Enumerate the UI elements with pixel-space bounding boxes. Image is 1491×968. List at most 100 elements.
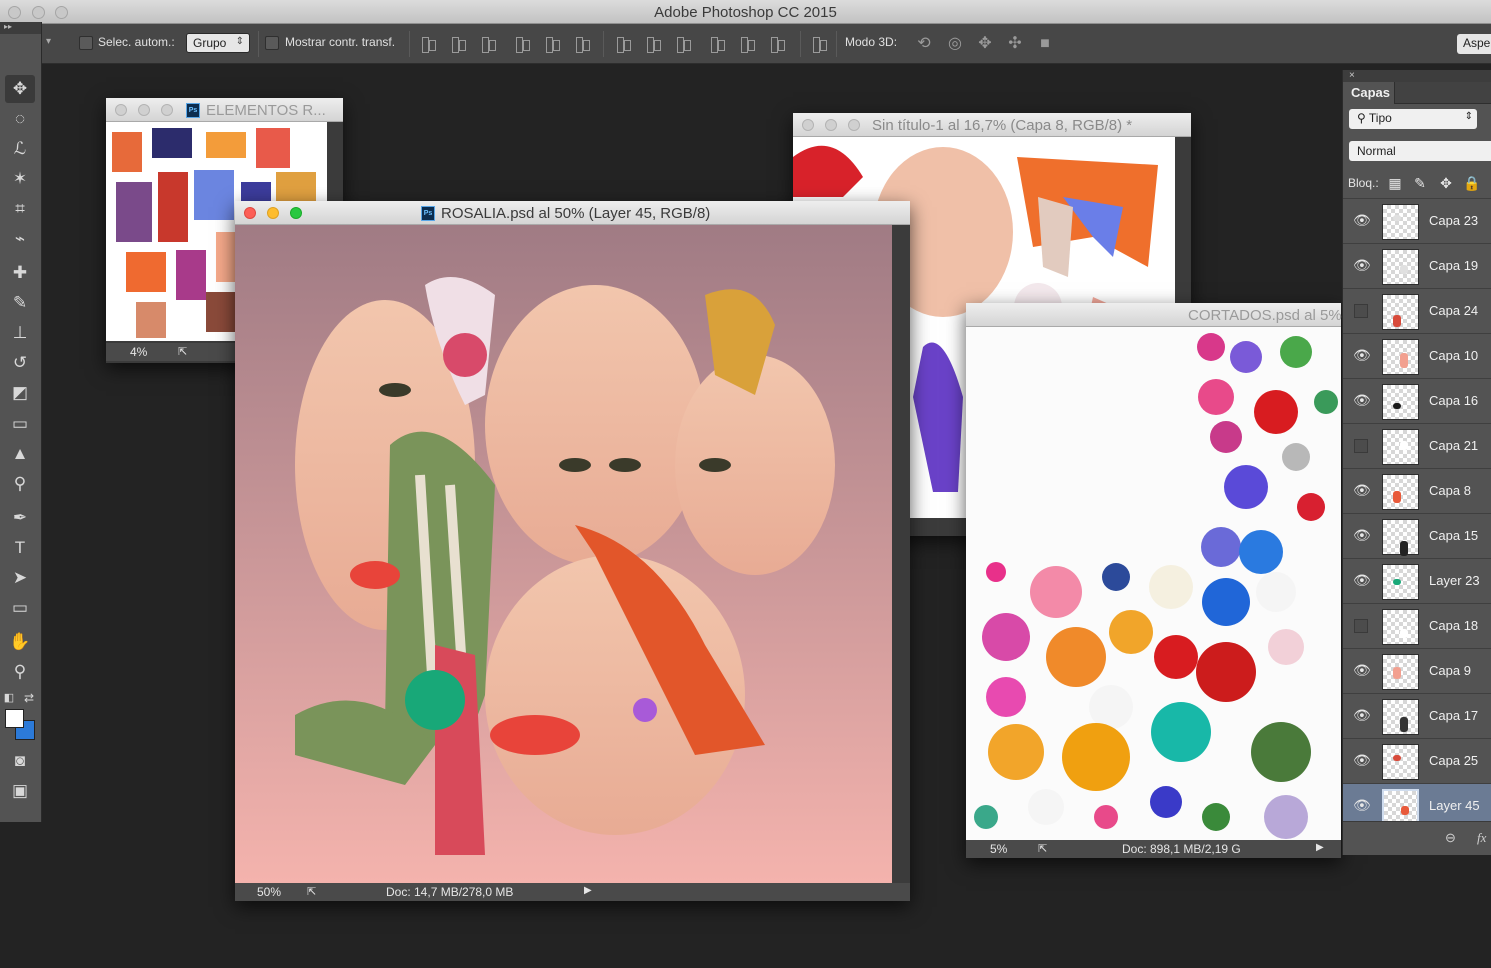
distribute-top-icon[interactable] [614, 35, 632, 53]
close-button[interactable] [244, 207, 256, 219]
eye-icon[interactable]: 👁 [1353, 212, 1371, 228]
eyedropper-tool-icon[interactable]: ⌁ [5, 225, 35, 253]
layer-row[interactable]: 👁 Capa 25 [1343, 738, 1491, 783]
foreground-color-swatch[interactable] [5, 709, 24, 728]
layer-thumbnail[interactable] [1382, 249, 1419, 285]
zoom-tool-icon[interactable]: ⚲ [5, 658, 35, 686]
marquee-tool-icon[interactable]: ◌ [5, 105, 35, 133]
lock-all-icon[interactable]: 🔒 [1463, 174, 1481, 192]
eye-icon[interactable]: 👁 [1353, 482, 1371, 498]
align-left-icon[interactable] [513, 35, 531, 53]
eye-icon[interactable]: 👁 [1353, 752, 1371, 768]
auto-select-checkbox[interactable] [79, 36, 93, 50]
layer-thumbnail[interactable] [1382, 294, 1419, 330]
minimize-button[interactable] [267, 207, 279, 219]
lasso-tool-icon[interactable]: ℒ [5, 135, 35, 163]
align-vertical-center-icon[interactable] [449, 35, 467, 53]
document-size[interactable]: Doc: 898,1 MB/2,19 G [1122, 842, 1241, 856]
layer-thumbnail[interactable] [1382, 654, 1419, 690]
document-window-recortados[interactable]: CORTADOS.psd al 5% 5% ⇱ Doc: 898,1 MB/2, [966, 303, 1342, 858]
layer-row[interactable]: Capa 24 [1343, 288, 1491, 333]
transform-controls-checkbox[interactable] [265, 36, 279, 50]
distribute-vertical-center-icon[interactable] [644, 35, 662, 53]
layer-row[interactable]: 👁 Capa 16 [1343, 378, 1491, 423]
type-tool-icon[interactable]: T [5, 534, 35, 562]
tools-panel-header[interactable]: ▸▸ [0, 22, 41, 34]
lock-transparency-icon[interactable]: ▦ [1386, 174, 1404, 192]
zoom-button[interactable] [161, 104, 173, 116]
zoom-button[interactable] [290, 207, 302, 219]
lock-position-icon[interactable]: ✥ [1437, 174, 1455, 192]
distribute-bottom-icon[interactable] [674, 35, 692, 53]
distribute-horizontal-center-icon[interactable] [738, 35, 756, 53]
eye-icon[interactable]: 👁 [1353, 347, 1371, 363]
vertical-scrollbar[interactable] [894, 225, 910, 883]
share-icon[interactable]: ⇱ [1038, 842, 1047, 855]
status-menu-arrow-icon[interactable]: ▶ [1316, 842, 1324, 853]
zoom-button[interactable] [848, 119, 860, 131]
align-top-icon[interactable] [419, 35, 437, 53]
layer-thumbnail[interactable] [1382, 339, 1419, 375]
fx-icon[interactable]: fx [1477, 830, 1486, 846]
auto-align-layers-icon[interactable] [810, 35, 828, 53]
workspace-button[interactable]: Aspe [1457, 34, 1491, 54]
layer-row[interactable]: 👁 Layer 23 [1343, 558, 1491, 603]
roll-3d-icon[interactable]: ◎ [945, 34, 965, 54]
window-titlebar[interactable]: Ps ROSALIA.psd al 50% (Layer 45, RGB/8) [235, 201, 910, 225]
eye-icon[interactable]: 👁 [1353, 572, 1371, 588]
layer-thumbnail[interactable] [1382, 564, 1419, 600]
eye-icon[interactable]: 👁 [1353, 707, 1371, 723]
tool-preset-dropdown[interactable]: ▾ [46, 36, 51, 47]
eye-icon[interactable]: 👁 [1353, 527, 1371, 543]
status-menu-arrow-icon[interactable]: ▶ [584, 885, 592, 896]
layer-row[interactable]: 👁 Capa 19 [1343, 243, 1491, 288]
orbit-3d-icon[interactable]: ⟲ [914, 34, 934, 54]
healing-brush-tool-icon[interactable]: ✚ [5, 259, 35, 287]
clone-stamp-tool-icon[interactable]: ⊥ [5, 319, 35, 347]
auto-select-dropdown[interactable]: Grupo ⇕ [186, 33, 250, 53]
layer-filter-dropdown[interactable]: ⚲ Tipo ⇕ [1349, 109, 1477, 129]
distribute-right-icon[interactable] [768, 35, 786, 53]
layer-thumbnail[interactable] [1382, 384, 1419, 420]
swap-colors-icon[interactable]: ⇄ [22, 684, 36, 712]
screen-mode-icon[interactable]: ▣ [5, 777, 35, 805]
share-icon[interactable]: ⇱ [307, 885, 316, 898]
document-canvas[interactable] [966, 327, 1341, 842]
dodge-tool-icon[interactable]: ⚲ [5, 470, 35, 498]
document-window-rosalia[interactable]: Ps ROSALIA.psd al 50% (Layer 45, RGB/8) [235, 201, 910, 901]
layer-thumbnail[interactable] [1382, 519, 1419, 556]
align-horizontal-center-icon[interactable] [543, 35, 561, 53]
minimize-button[interactable] [825, 119, 837, 131]
close-button[interactable] [802, 119, 814, 131]
layer-thumbnail[interactable] [1382, 744, 1419, 780]
link-layers-icon[interactable]: ⊖ [1445, 830, 1456, 846]
zoom-level[interactable]: 5% [990, 842, 1007, 856]
eye-icon[interactable]: 👁 [1353, 392, 1371, 408]
zoom-level[interactable]: 50% [257, 885, 281, 899]
quick-mask-icon[interactable]: ◙ [5, 747, 35, 775]
eye-icon[interactable]: 👁 [1353, 797, 1371, 813]
distribute-left-icon[interactable] [708, 35, 726, 53]
document-size[interactable]: Doc: 14,7 MB/278,0 MB [386, 885, 513, 899]
slide-3d-icon[interactable]: ✣ [1005, 34, 1025, 54]
lock-pixels-icon[interactable]: ✎ [1411, 174, 1429, 192]
blur-tool-icon[interactable]: ▲ [5, 440, 35, 468]
scale-3d-icon[interactable]: ■ [1035, 34, 1055, 54]
rectangle-tool-icon[interactable]: ▭ [5, 594, 35, 622]
visibility-toggle[interactable] [1354, 304, 1368, 318]
tab-layers[interactable]: Capas [1343, 82, 1395, 104]
minimize-button[interactable] [138, 104, 150, 116]
path-selection-tool-icon[interactable]: ➤ [5, 564, 35, 592]
eye-icon[interactable]: 👁 [1353, 662, 1371, 678]
eye-icon[interactable]: 👁 [1353, 257, 1371, 273]
hand-tool-icon[interactable]: ✋ [5, 628, 35, 656]
layer-row[interactable]: Capa 18 [1343, 603, 1491, 648]
eraser-tool-icon[interactable]: ◩ [5, 379, 35, 407]
close-button[interactable] [115, 104, 127, 116]
share-icon[interactable]: ⇱ [178, 345, 187, 358]
layer-row[interactable]: 👁 Capa 8 [1343, 468, 1491, 513]
layer-thumbnail[interactable] [1382, 474, 1419, 510]
pan-3d-icon[interactable]: ✥ [975, 34, 995, 54]
layer-thumbnail[interactable] [1382, 204, 1419, 240]
window-titlebar[interactable]: Sin título-1 al 16,7% (Capa 8, RGB/8) * [793, 113, 1191, 137]
